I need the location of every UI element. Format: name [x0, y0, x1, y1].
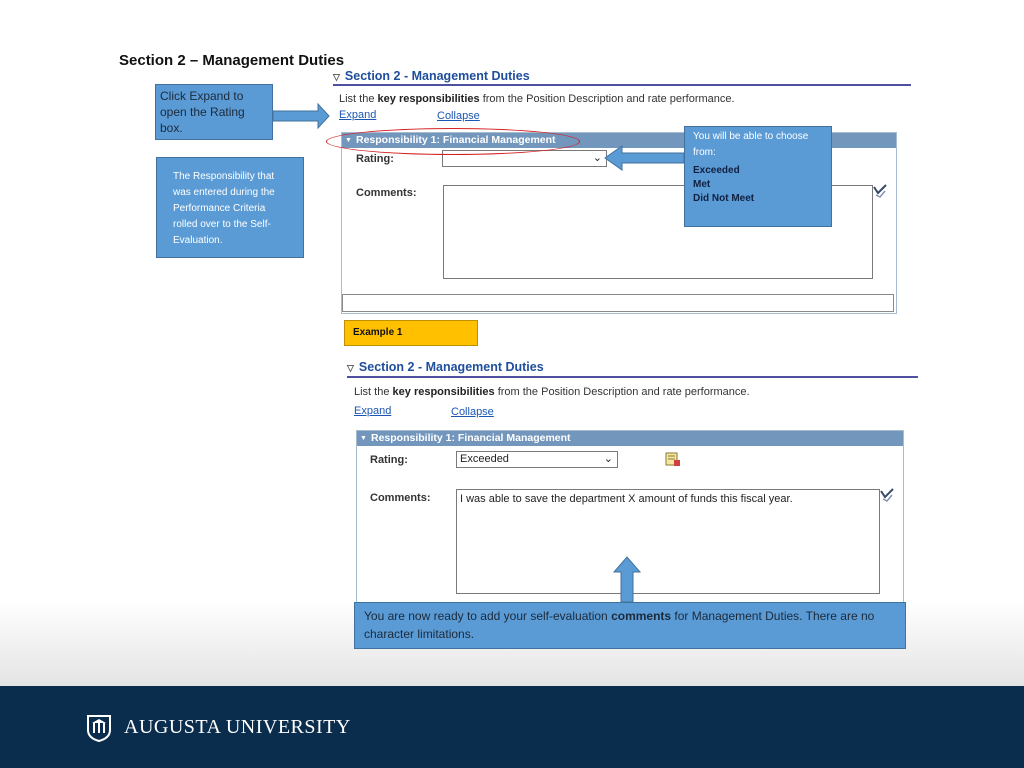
arrow-right: [272, 102, 330, 130]
university-shield-icon: [87, 715, 111, 742]
arrow-left: [604, 145, 685, 171]
callout-arrows: [272, 102, 685, 603]
university-name: AUGUSTA UNIVERSITY: [124, 716, 351, 738]
arrow-up: [612, 556, 642, 603]
